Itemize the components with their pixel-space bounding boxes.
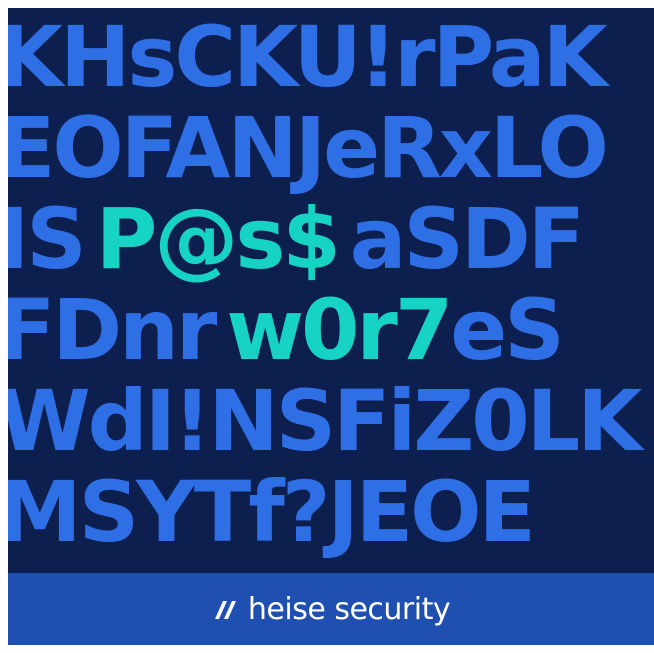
brand-lockup: heise security — [212, 591, 451, 627]
letter-grid: KHsCKU!rPaK EOFANJeRxLO IS P@s$ aSDF FDnr w… — [8, 12, 654, 558]
highlighted-password-fragment: w0r7 — [226, 281, 453, 379]
letter-row: MSYTf?JEOE — [8, 467, 654, 558]
highlighted-password-fragment: P@s$ — [95, 190, 341, 288]
letter-row-text: IS — [8, 190, 87, 288]
brand-name: heise security — [247, 591, 451, 627]
brand-footer: heise security — [8, 573, 654, 645]
banner-image: KHsCKU!rPaK EOFANJeRxLO IS P@s$ aSDF FDnr w… — [8, 8, 654, 645]
letter-row: EOFANJeRxLO — [8, 103, 654, 194]
letter-row-text: WdI!NSFiZ0LK — [8, 372, 642, 470]
letter-row-text: aSDF — [349, 190, 585, 288]
letter-row-text: MSYTf?JEOE — [8, 463, 536, 561]
letter-row-password-part-2: FDnr w0r7eS — [8, 285, 654, 376]
letter-row-text: KHsCKU!rPaK — [8, 8, 608, 106]
letter-row-text: eS — [450, 281, 564, 379]
letter-row: WdI!NSFiZ0LK — [8, 376, 654, 467]
letter-row-password-part-1: IS P@s$ aSDF — [8, 194, 654, 285]
letter-row-text: FDnr — [8, 281, 217, 379]
letter-row-text: EOFANJeRxLO — [8, 99, 609, 197]
heise-slash-logo-icon — [214, 601, 236, 619]
letter-row: KHsCKU!rPaK — [8, 12, 654, 103]
